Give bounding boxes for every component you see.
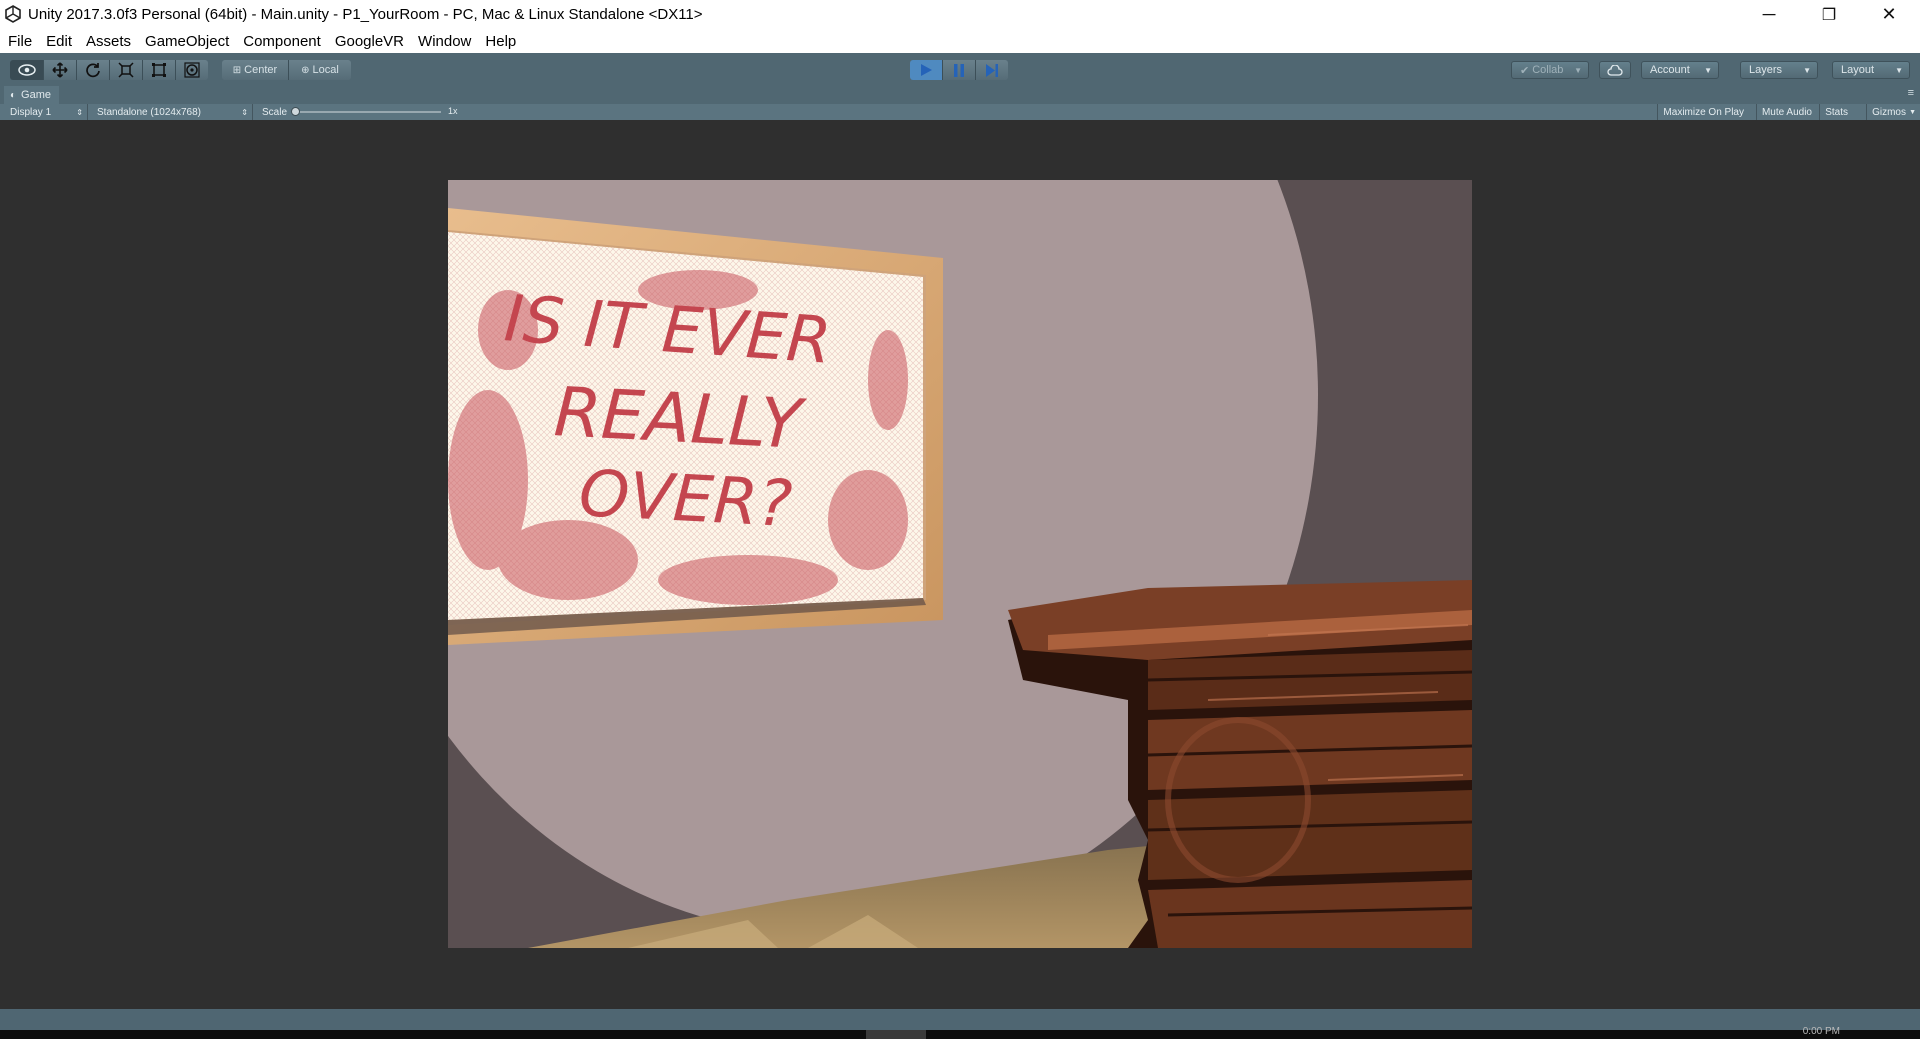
- transform-icon: [184, 62, 200, 78]
- updown-icon: ⇕: [76, 107, 83, 117]
- scale-slider-track[interactable]: [296, 111, 441, 113]
- pause-button[interactable]: [943, 60, 976, 80]
- chevron-down-icon: ▼: [1574, 66, 1582, 75]
- layers-label: Layers: [1749, 64, 1783, 76]
- pivot-center-button[interactable]: ⊞ Center: [222, 60, 289, 80]
- menu-assets[interactable]: Assets: [79, 33, 138, 50]
- menu-gameobject[interactable]: GameObject: [138, 33, 236, 50]
- maximize-on-play-toggle[interactable]: Maximize On Play: [1657, 104, 1749, 120]
- mute-audio-toggle[interactable]: Mute Audio: [1755, 104, 1817, 120]
- step-icon: [986, 63, 998, 77]
- collab-label: Collab: [1532, 64, 1564, 76]
- mirror-line-2: REALLY: [552, 373, 808, 465]
- menu-bar: File Edit Assets GameObject Component Go…: [0, 29, 1920, 53]
- chevron-down-icon: ▼: [1704, 66, 1712, 75]
- title-bar: Unity 2017.3.0f3 Personal (64bit) - Main…: [0, 0, 1920, 29]
- stats-toggle[interactable]: Stats: [1819, 104, 1853, 120]
- game-tab-bar: ◐ Game ≡: [0, 86, 1920, 104]
- game-viewport[interactable]: IS IT EVER REALLY OVER?: [448, 180, 1472, 948]
- chevron-down-icon: ▼: [1909, 108, 1916, 116]
- gizmos-dropdown[interactable]: Gizmos ▼: [1866, 104, 1920, 120]
- scale-icon: [118, 62, 134, 78]
- transform-tools: [10, 60, 208, 80]
- account-label: Account: [1650, 64, 1690, 76]
- move-tool-button[interactable]: [44, 60, 77, 80]
- main-toolbar: ⊞ Center ⊕ Local ✔ Collab ▼ Account ▼ Layers ▼…: [0, 53, 1920, 86]
- account-dropdown[interactable]: Account ▼: [1641, 61, 1719, 79]
- tab-menu-icon[interactable]: ≡: [1908, 87, 1914, 99]
- rotate-icon: [86, 63, 100, 78]
- pivot-center-label: Center: [244, 64, 278, 76]
- restore-button[interactable]: ❐: [1800, 0, 1858, 29]
- play-icon: [921, 64, 932, 76]
- playmode-controls: [910, 60, 1008, 80]
- tab-game[interactable]: ◐ Game: [4, 86, 60, 104]
- window-title: Unity 2017.3.0f3 Personal (64bit) - Main…: [28, 6, 703, 23]
- scale-label: Scale: [262, 106, 288, 118]
- layers-dropdown[interactable]: Layers ▼: [1740, 61, 1818, 79]
- taskbar-clock: 0:00 PM: [1802, 1026, 1840, 1037]
- close-button[interactable]: ✕: [1860, 0, 1918, 29]
- tab-game-label: Game: [21, 89, 52, 101]
- layout-label: Layout: [1841, 64, 1875, 76]
- globe-icon: ⊕: [301, 64, 310, 76]
- check-icon: ✔: [1520, 64, 1530, 77]
- menu-help[interactable]: Help: [478, 33, 523, 50]
- gizmos-label: Gizmos: [1872, 106, 1906, 118]
- pivot-local-label: Local: [312, 64, 339, 76]
- game-view-toolbar: Display 1 ⇕ Standalone (1024x768) ⇕ Scal…: [0, 104, 1920, 120]
- display-label: Display 1: [10, 106, 52, 118]
- rect-tool-button[interactable]: [143, 60, 176, 80]
- unity-logo-icon: [5, 5, 21, 23]
- eye-icon: [17, 64, 36, 76]
- menu-window[interactable]: Window: [411, 33, 478, 50]
- rect-icon: [152, 63, 166, 77]
- menu-file[interactable]: File: [0, 33, 39, 50]
- layout-dropdown[interactable]: Layout ▼: [1832, 61, 1910, 79]
- mirror-line-3: OVER?: [577, 457, 794, 542]
- step-button[interactable]: [976, 60, 1008, 80]
- scale-value: 1x: [448, 106, 458, 116]
- game-view: IS IT EVER REALLY OVER?: [0, 120, 1920, 1009]
- menu-edit[interactable]: Edit: [39, 33, 79, 50]
- move-arrows-icon: [52, 62, 68, 78]
- resolution-label: Standalone (1024x768): [97, 106, 201, 118]
- taskbar-active-app[interactable]: [866, 1030, 926, 1039]
- cloud-icon: [1607, 64, 1623, 76]
- pause-icon: [954, 63, 964, 77]
- view-tool-button[interactable]: [10, 60, 44, 80]
- pivot-local-button[interactable]: ⊕ Local: [289, 60, 351, 80]
- chevron-down-icon: ▼: [1803, 66, 1811, 75]
- game-render: IS IT EVER REALLY OVER?: [448, 180, 1472, 948]
- stats-label: Stats: [1825, 106, 1848, 118]
- rotate-tool-button[interactable]: [77, 60, 110, 80]
- minimize-button[interactable]: ─: [1740, 0, 1798, 29]
- play-button[interactable]: [910, 60, 943, 80]
- updown-icon: ⇕: [241, 107, 248, 117]
- pivot-group: ⊞ Center ⊕ Local: [222, 60, 351, 80]
- windows-taskbar: 0:00 PM: [0, 1026, 1920, 1039]
- display-dropdown[interactable]: Display 1 ⇕: [4, 104, 88, 120]
- collab-dropdown[interactable]: ✔ Collab ▼: [1511, 61, 1589, 79]
- scale-slider-thumb[interactable]: [291, 107, 300, 116]
- resolution-dropdown[interactable]: Standalone (1024x768) ⇕: [91, 104, 253, 120]
- menu-component[interactable]: Component: [236, 33, 328, 50]
- chevron-down-icon: ▼: [1895, 66, 1903, 75]
- maximize-on-play-label: Maximize On Play: [1663, 106, 1744, 118]
- menu-googlevr[interactable]: GoogleVR: [328, 33, 411, 50]
- transform-tool-button[interactable]: [176, 60, 208, 80]
- cloud-button[interactable]: [1599, 61, 1631, 79]
- scale-tool-button[interactable]: [110, 60, 143, 80]
- pivot-icon: ⊞: [232, 64, 242, 76]
- status-bar: [0, 1009, 1920, 1030]
- game-controller-icon: ◐: [10, 89, 17, 101]
- mute-audio-label: Mute Audio: [1761, 106, 1812, 118]
